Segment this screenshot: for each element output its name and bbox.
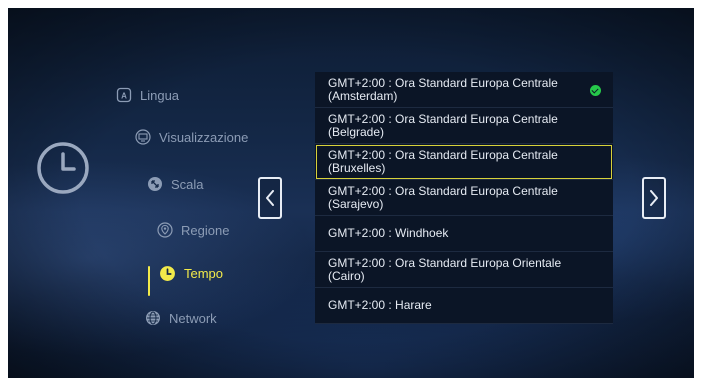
chevron-left-icon <box>266 190 274 206</box>
timezone-label: GMT+2:00 : Ora Standard Europa Centrale … <box>328 111 558 139</box>
display-icon <box>135 129 151 145</box>
menu-label-scala: Scala <box>171 176 204 192</box>
language-icon: A <box>116 87 132 103</box>
timezone-label: GMT+2:00 : Harare <box>328 298 432 312</box>
clock-icon <box>160 266 175 281</box>
menu-item-regione[interactable]: Regione <box>157 222 229 238</box>
scale-icon <box>148 177 162 191</box>
timezone-item[interactable]: GMT+2:00 : Ora Standard Europa Centrale … <box>315 180 613 216</box>
globe-icon <box>146 311 160 325</box>
menu-label-tempo: Tempo <box>184 266 224 281</box>
previous-button[interactable] <box>258 177 282 219</box>
settings-screen: A Lingua Visualizzazione Scala Regione T… <box>8 8 694 378</box>
menu-item-scala[interactable]: Scala <box>147 176 204 192</box>
active-indicator <box>148 266 150 296</box>
chevron-right-icon <box>650 190 658 206</box>
timezone-list: GMT+2:00 : Ora Standard Europa Centrale … <box>315 72 613 324</box>
menu-item-network[interactable]: Network <box>145 310 217 326</box>
timezone-item-selected[interactable]: GMT+2:00 : Ora Standard Europa Centrale … <box>315 144 613 180</box>
timezone-label: GMT+2:00 : Ora Standard Europa Orientale… <box>328 255 562 283</box>
svg-text:A: A <box>121 92 127 101</box>
timezone-item[interactable]: GMT+2:00 : Windhoek <box>315 216 613 252</box>
clock-icon <box>37 142 89 194</box>
timezone-label: GMT+2:00 : Ora Standard Europa Centrale … <box>328 147 558 175</box>
timezone-item[interactable]: GMT+2:00 : Harare <box>315 288 613 324</box>
menu-label-regione: Regione <box>181 222 230 238</box>
menu-item-lingua[interactable]: A Lingua <box>116 87 179 103</box>
next-button[interactable] <box>642 177 666 219</box>
timezone-label: GMT+2:00 : Windhoek <box>328 226 449 240</box>
timezone-item[interactable]: GMT+2:00 : Ora Standard Europa Orientale… <box>315 252 613 288</box>
menu-label-network: Network <box>169 310 217 326</box>
timezone-label: GMT+2:00 : Ora Standard Europa Centrale … <box>328 75 558 103</box>
menu-label-visualizzazione: Visualizzazione <box>159 129 249 145</box>
checkmark-icon <box>590 85 601 96</box>
menu-item-visualizzazione[interactable]: Visualizzazione <box>135 129 248 145</box>
menu-item-tempo[interactable]: Tempo <box>159 265 223 282</box>
timezone-item[interactable]: GMT+2:00 : Ora Standard Europa Centrale … <box>315 72 613 108</box>
timezone-label: GMT+2:00 : Ora Standard Europa Centrale … <box>328 183 558 211</box>
location-pin-icon <box>157 222 173 238</box>
timezone-item[interactable]: GMT+2:00 : Ora Standard Europa Centrale … <box>315 108 613 144</box>
menu-label-lingua: Lingua <box>140 87 180 103</box>
